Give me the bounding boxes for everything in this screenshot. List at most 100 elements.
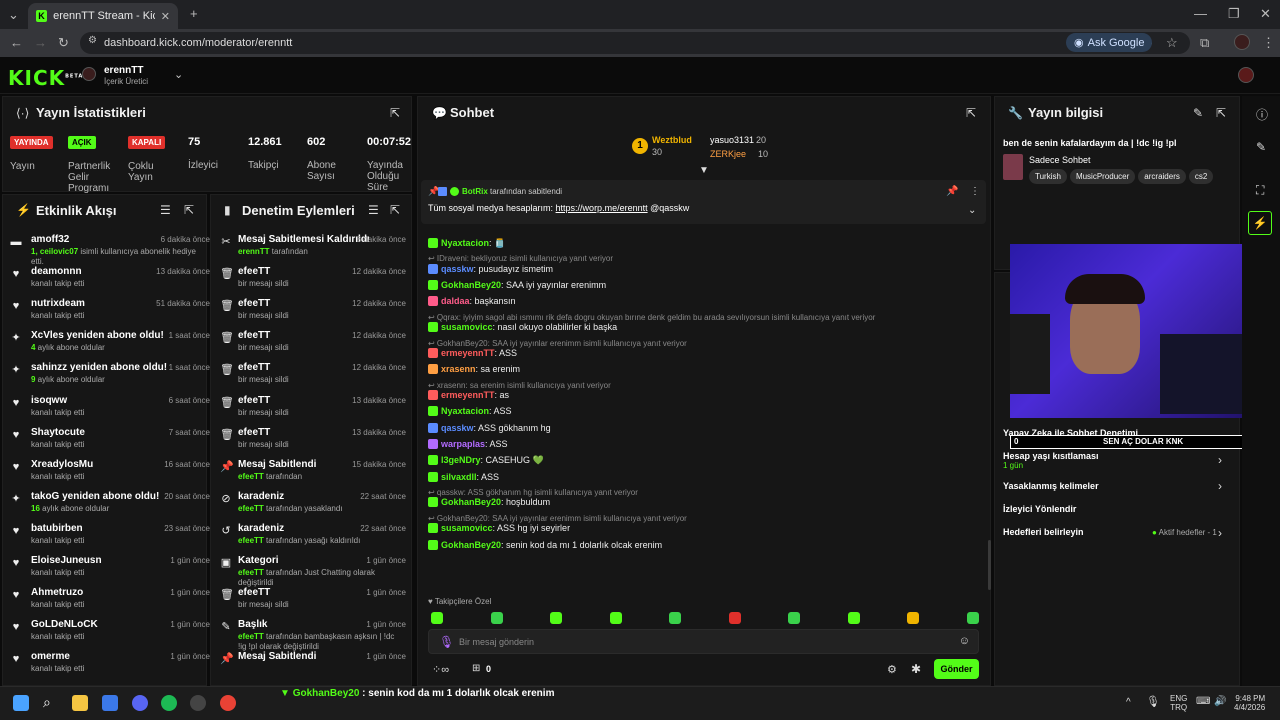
tray-mic-icon[interactable]: 🎙 — [1146, 695, 1160, 708]
user-avatar[interactable] — [1238, 67, 1254, 83]
file-explorer-icon[interactable] — [72, 695, 88, 711]
moderation-item[interactable]: 🗑 efeeTT 1 gün önce bir mesajı sildi — [220, 587, 406, 617]
quick-actions-icon[interactable]: ⚡ — [1248, 211, 1272, 235]
chat-username[interactable]: daldaa — [441, 296, 470, 306]
activity-item[interactable]: ✦ takoG yeniden abone oldu! 20 saat önce 16… — [10, 491, 210, 521]
moderation-item[interactable]: 🗑 efeeTT 12 dakika önce bir mesajı sildi — [220, 330, 406, 360]
activity-item[interactable]: ♥ EloiseJuneusn 1 gün önce kanalı takip ett… — [10, 555, 210, 585]
chat-message[interactable]: l3geNDry: CASEHUG 💚 — [428, 455, 544, 466]
language-indicator[interactable]: ENG TRQ — [1170, 694, 1187, 712]
filter-icon[interactable]: ☰ — [160, 203, 171, 217]
activity-item[interactable]: ♥ Shaytocute 7 saat önce kanalı takip etti — [10, 427, 210, 457]
chat-message[interactable]: GokhanBey20: SAA iyi yayınlar erenimm — [428, 280, 606, 291]
chat-settings-icon[interactable]: ⚙ — [887, 663, 897, 676]
search-icon[interactable]: ⌕ — [43, 694, 51, 711]
moderation-item[interactable]: ↺ karadeniz 22 saat önce efeeTT tarafından … — [220, 523, 406, 553]
activity-item[interactable]: ♥ deamonnn 13 dakika önce kanalı takip etti — [10, 266, 210, 296]
emote-icon[interactable] — [550, 612, 562, 624]
popout-icon[interactable]: ⇱ — [1216, 106, 1226, 120]
chat-message[interactable]: daldaa: başkansın — [428, 296, 516, 307]
activity-item[interactable]: ♥ Ahmetruzo 1 gün önce kanalı takip etti — [10, 587, 210, 617]
moderation-item[interactable]: 📌 Mesaj Sabitlendi 15 dakika önce efeeTT ta… — [220, 459, 406, 489]
moderation-item[interactable]: ✂ Mesaj Sabitlemesi Kaldırıldı 8 dakika ön… — [220, 234, 406, 264]
activity-item[interactable]: ▬ amoff32 6 dakika önce 1, ceilovic07 isiml… — [10, 234, 211, 266]
chat-username[interactable]: ermeyennTT — [441, 348, 495, 358]
chat-username[interactable]: Nyaxtacion — [441, 406, 489, 416]
chat-username[interactable]: susamovicc — [441, 322, 493, 332]
filter-icon[interactable]: ☰ — [368, 203, 379, 217]
emote-icon[interactable] — [431, 612, 443, 624]
emoji-icon[interactable]: ☺ — [959, 635, 970, 647]
popout-icon[interactable]: ⇱ — [390, 203, 400, 217]
chat-message[interactable]: xrasenn: sa erenim — [428, 364, 520, 375]
chat-input[interactable]: 🎙 Bir mesaj gönderin ☺ — [428, 629, 979, 654]
chat-message[interactable]: ermeyennTT: ASS — [428, 348, 517, 358]
goals-row[interactable]: Hedefleri belirleyin — [1003, 527, 1084, 537]
emote-icon[interactable] — [966, 612, 979, 624]
back-icon[interactable]: ← — [10, 36, 23, 49]
chat-username[interactable]: silvaxdll — [441, 472, 477, 482]
tab-search-icon[interactable]: ⌄ — [8, 8, 19, 21]
chat-message[interactable]: qasskw: pusudayız ismetim — [428, 263, 553, 274]
profile-avatar[interactable] — [1234, 34, 1250, 50]
tag[interactable]: arcraiders — [1138, 169, 1186, 184]
volume-icon[interactable]: 🔊 — [1214, 696, 1226, 707]
tab-close-icon[interactable]: ✕ — [161, 10, 170, 23]
spotify-icon[interactable] — [161, 695, 177, 711]
discord-icon[interactable] — [132, 695, 148, 711]
moderation-item[interactable]: 🗑 efeeTT 13 dakika önce bir mesajı sildi — [220, 395, 406, 425]
bookmark-star-icon[interactable]: ☆ — [1166, 36, 1178, 49]
chat-username[interactable]: xrasenn — [441, 364, 476, 374]
activity-item[interactable]: ♥ XreadylosMu 16 saat önce kanalı takip ett… — [10, 459, 210, 489]
pencil-icon[interactable]: ✎ — [1256, 140, 1266, 154]
chat-username[interactable]: l3geNDry — [441, 455, 481, 465]
minimize-icon[interactable]: — — [1194, 7, 1207, 20]
chat-scrollbar[interactable] — [988, 540, 991, 590]
gift-icon[interactable]: ⊞ — [472, 663, 480, 674]
viewer-redirect-row[interactable]: İzleyici Yönlendir — [1003, 504, 1076, 514]
reload-icon[interactable]: ↻ — [58, 36, 69, 49]
kick-logo[interactable]: KICKBETA — [8, 66, 83, 90]
maximize-icon[interactable]: ❐ — [1228, 7, 1240, 20]
moderation-item[interactable]: 📌 Mesaj Sabitlendi 1 gün önce — [220, 651, 406, 681]
expand-leaderboard-icon[interactable]: ▼ — [699, 165, 709, 176]
chat-message[interactable]: Nyaxtacion: 🫙 — [428, 238, 505, 249]
channel-switch-chevron-icon[interactable]: ⌄ — [174, 68, 183, 81]
emote-icon[interactable] — [788, 612, 800, 624]
clock[interactable]: 9:48 PM 4/4/2026 — [1234, 694, 1265, 712]
activity-item[interactable]: ♥ isoqww 6 saat önce kanalı takip etti — [10, 395, 210, 425]
expand-icon[interactable]: ⛶ — [1256, 183, 1264, 198]
chat-message[interactable]: susamovicc: nasıl okuyo olabilirler ki b… — [428, 322, 617, 333]
moderation-item[interactable]: ⊘ karadeniz 22 saat önce efeeTT tarafından … — [220, 491, 406, 521]
emote-icon[interactable] — [490, 612, 503, 624]
chat-message[interactable]: silvaxdll: ASS — [428, 471, 499, 482]
popout-icon[interactable]: ⇱ — [966, 106, 976, 120]
chat-message[interactable]: GokhanBey20: senin kod da mı 1 dolarlık … — [428, 539, 662, 550]
chrome-icon[interactable] — [220, 695, 236, 711]
new-tab-icon[interactable]: + — [190, 7, 198, 20]
popout-icon[interactable]: ⇱ — [390, 106, 400, 120]
pinned-link[interactable]: https://worp.me/erenntt — [556, 203, 648, 213]
network-icon[interactable]: ⌨ — [1196, 696, 1210, 707]
tag[interactable]: MusicProducer — [1069, 169, 1136, 184]
activity-item[interactable]: ✦ XcVles yeniden abone oldu! 1 saat önce 4 … — [10, 330, 210, 360]
emote-icon[interactable] — [669, 612, 681, 624]
chat-message[interactable]: qasskw: ASS gökhanım hg — [428, 422, 551, 433]
activity-item[interactable]: ♥ nutrixdeam 51 dakika önce kanalı takip et… — [10, 298, 210, 328]
extensions-icon[interactable]: ⧉ — [1200, 36, 1209, 49]
windows-start-icon[interactable] — [13, 695, 29, 711]
emote-icon[interactable] — [847, 612, 860, 624]
emote-icon[interactable] — [609, 612, 622, 624]
store-icon[interactable] — [102, 695, 118, 711]
chat-message[interactable]: ermeyennTT: as — [428, 390, 509, 401]
chevron-right-icon[interactable]: › — [1218, 479, 1222, 493]
chevron-right-icon[interactable]: › — [1218, 526, 1222, 540]
ask-google-button[interactable]: ◉ Ask Google — [1066, 33, 1153, 52]
channel-points-icon[interactable]: ⁘∞ — [432, 663, 449, 676]
mic-icon[interactable]: 🎙 — [439, 635, 454, 649]
chat-username[interactable]: ermeyennTT — [441, 390, 495, 400]
chevron-right-icon[interactable]: › — [1218, 453, 1222, 467]
tag[interactable]: Turkish — [1029, 169, 1067, 184]
send-button[interactable]: Gönder — [934, 659, 979, 679]
activity-item[interactable]: ♥ GoLDeNLoCK 1 gün önce kanalı takip etti — [10, 619, 210, 649]
